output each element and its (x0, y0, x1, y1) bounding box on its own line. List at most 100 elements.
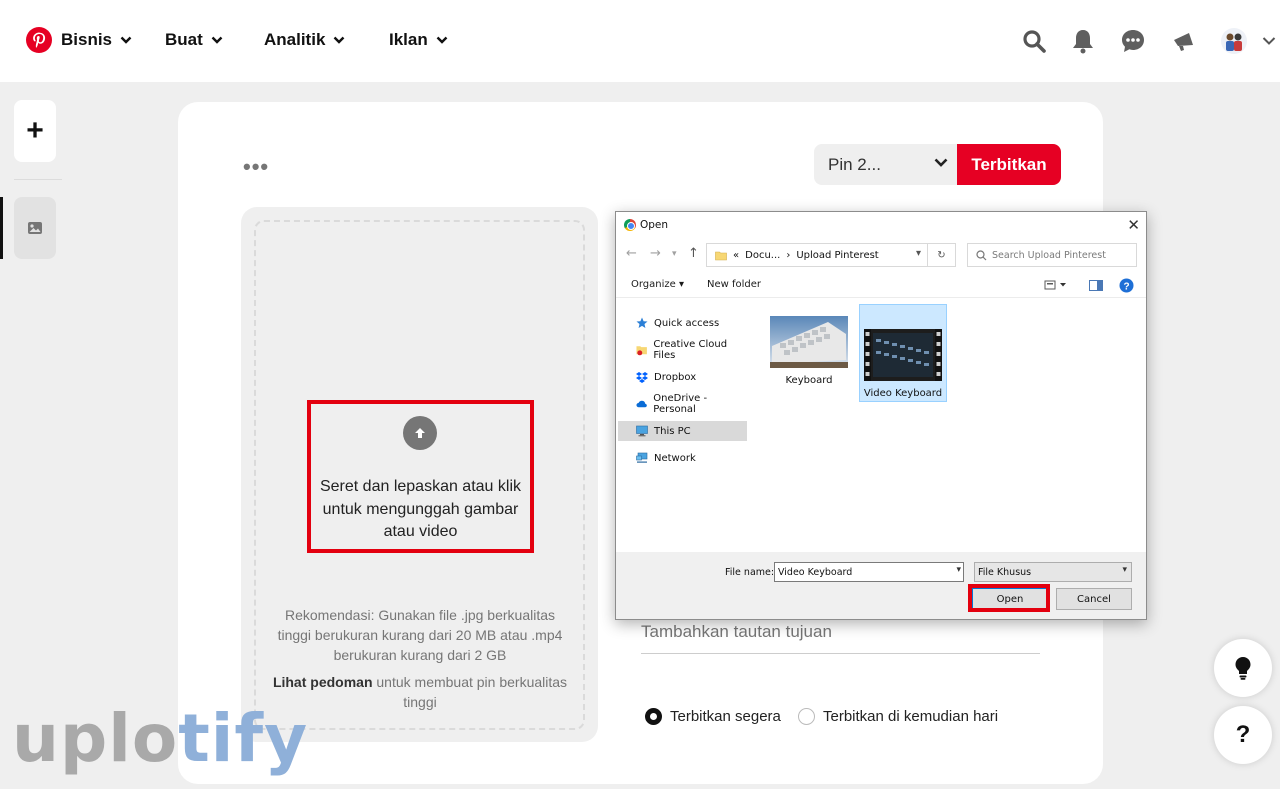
search-icon[interactable] (1021, 28, 1047, 54)
address-row: ← → ▾ ↑ « Docu... › Upload Pinterest ▾ ↻… (616, 242, 1146, 268)
recent-chevron-icon[interactable]: ▾ (672, 249, 677, 259)
more-options-button[interactable]: ••• (243, 154, 269, 180)
file-name-keyboard: Keyboard (785, 375, 833, 386)
file-type-select[interactable]: File Khusus ▾ (974, 562, 1132, 582)
watermark-part2: tify (178, 700, 309, 777)
publish-now-label: Terbitkan segera (670, 708, 781, 725)
file-name-value: Video Keyboard (778, 566, 853, 578)
account-menu-chevron-icon[interactable] (1262, 28, 1276, 54)
address-crumb-upload-pinterest[interactable]: Upload Pinterest (796, 250, 878, 261)
draft-pin-thumbnail[interactable] (14, 197, 56, 259)
publish-later-radio[interactable] (798, 708, 815, 725)
network-icon (636, 452, 648, 463)
image-icon (28, 222, 42, 234)
address-crumb-documents[interactable]: Docu... (745, 250, 780, 261)
file-list: Keyboard Video Keyboard (756, 300, 1144, 550)
navigation-pane: Quick access Creative Cloud Files Dropbo… (616, 299, 753, 551)
chevron-down-icon (934, 158, 948, 167)
chevron-down-icon (211, 36, 223, 44)
dialog-footer: File name: Video Keyboard ▾ File Khusus … (616, 552, 1146, 619)
uplotify-watermark: uplotify (12, 700, 308, 777)
nav-business-menu[interactable]: Bisnis (61, 30, 132, 50)
guidelines-link[interactable]: Lihat pedoman (273, 674, 373, 690)
file-name-label: File name: (725, 567, 775, 578)
nav-create-label: Buat (165, 30, 203, 49)
nav-business-label: Bisnis (61, 30, 113, 49)
publish-later-label: Terbitkan di kemudian hari (823, 708, 999, 725)
guidelines-text: Lihat pedoman untuk membuat pin berkuali… (272, 672, 568, 712)
tips-button[interactable] (1214, 639, 1272, 697)
nav-quick-access[interactable]: Quick access (618, 313, 747, 333)
publish-button[interactable]: Terbitkan (957, 144, 1061, 185)
dialog-titlebar: Open ✕ (616, 212, 1146, 238)
nav-creative-cloud[interactable]: Creative Cloud Files (618, 339, 747, 361)
chevron-down-icon (436, 36, 448, 44)
chevron-down-icon: ▾ (1122, 565, 1127, 575)
nav-analytics-menu[interactable]: Analitik (264, 30, 345, 50)
nav-this-pc[interactable]: This PC (618, 421, 747, 441)
back-arrow-icon[interactable]: ← (626, 246, 637, 261)
publish-now-radio[interactable] (645, 708, 662, 725)
star-icon (636, 317, 648, 328)
guidelines-rest: untuk membuat pin berkualitas tinggi (372, 674, 568, 710)
up-arrow-icon[interactable]: ↑ (688, 246, 699, 261)
nav-network[interactable]: Network (618, 448, 747, 468)
nav-quick-access-label: Quick access (654, 317, 720, 329)
destination-link-input[interactable]: Tambahkan tautan tujuan (641, 622, 1040, 642)
nav-dropbox[interactable]: Dropbox (618, 367, 747, 387)
folder-icon (715, 251, 727, 260)
chrome-icon (624, 219, 636, 231)
new-folder-button[interactable]: New folder (707, 279, 761, 290)
add-pin-button[interactable]: + (14, 100, 56, 162)
computer-icon (636, 425, 648, 437)
view-options-icon[interactable] (1044, 280, 1068, 290)
upload-recommendation: Rekomendasi: Gunakan file .jpg berkualit… (277, 607, 563, 663)
file-item-video-keyboard[interactable]: Video Keyboard (859, 304, 947, 402)
open-file-dialog: Open ✕ ← → ▾ ↑ « Docu... › Upload Pinter… (615, 211, 1147, 620)
nav-analytics-label: Analitik (264, 30, 326, 49)
close-icon[interactable]: ✕ (1127, 216, 1140, 234)
destination-underline (641, 653, 1040, 654)
dialog-title: Open (640, 219, 669, 231)
chat-icon[interactable] (1120, 28, 1146, 54)
video-thumbnail (864, 329, 942, 381)
refresh-icon[interactable]: ↻ (928, 243, 956, 267)
cancel-button[interactable]: Cancel (1056, 588, 1132, 610)
question-mark-icon: ? (1235, 721, 1251, 748)
megaphone-icon[interactable] (1171, 28, 1197, 54)
open-button-highlight-frame (968, 584, 1050, 612)
nav-onedrive[interactable]: OneDrive - Personal (618, 393, 747, 415)
nav-onedrive-label: OneDrive - Personal (653, 393, 708, 415)
nav-ads-label: Iklan (389, 30, 428, 49)
onedrive-cloud-icon (636, 400, 647, 408)
watermark-part1: uplo (12, 700, 179, 777)
keyboard-photo-thumbnail (770, 316, 848, 368)
forward-arrow-icon[interactable]: → (650, 246, 661, 261)
file-item-keyboard[interactable]: Keyboard (765, 304, 853, 402)
help-button[interactable]: ? (1214, 706, 1272, 764)
upload-highlight-frame (307, 400, 534, 553)
top-navigation: Bisnis Buat Analitik Iklan (0, 0, 1280, 82)
nav-network-label: Network (654, 452, 696, 464)
chevron-down-icon (334, 36, 345, 44)
lightbulb-icon (1235, 657, 1251, 680)
pinterest-logo-icon[interactable] (26, 27, 52, 53)
file-name-input[interactable]: Video Keyboard ▾ (774, 562, 964, 582)
bell-icon[interactable] (1070, 28, 1096, 54)
chevron-down-icon[interactable]: ▾ (956, 565, 961, 575)
board-select-value: Pin 2... (828, 154, 881, 174)
nav-this-pc-label: This PC (654, 425, 691, 437)
address-dropdown-icon[interactable]: ▾ (916, 248, 921, 259)
preview-pane-icon[interactable] (1089, 280, 1103, 291)
dialog-toolbar: Organize ▾ New folder ? (616, 272, 1146, 298)
help-icon[interactable]: ? (1119, 278, 1134, 293)
board-select-dropdown[interactable]: Pin 2... (814, 144, 958, 185)
organize-button[interactable]: Organize ▾ (631, 279, 684, 290)
address-bar[interactable]: « Docu... › Upload Pinterest ▾ (706, 243, 928, 267)
folder-search-input[interactable]: Search Upload Pinterest (967, 243, 1137, 267)
nav-ads-menu[interactable]: Iklan (389, 30, 448, 50)
avatar[interactable] (1221, 28, 1247, 54)
plus-icon: + (26, 114, 44, 147)
nav-create-menu[interactable]: Buat (165, 30, 223, 50)
search-placeholder: Search Upload Pinterest (992, 249, 1106, 261)
